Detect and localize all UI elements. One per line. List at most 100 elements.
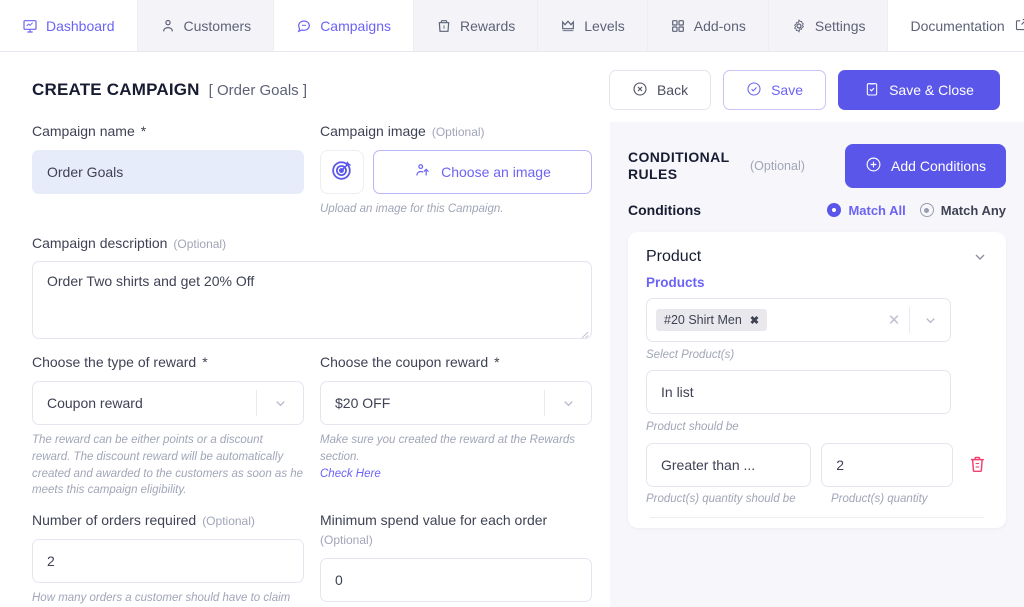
- tab-campaigns[interactable]: Campaigns: [274, 0, 415, 51]
- delete-condition-icon[interactable]: [967, 454, 988, 476]
- page-title-subtitle: [ Order Goals ]: [208, 82, 308, 99]
- coupon-reward-select[interactable]: $20 OFF: [320, 381, 592, 426]
- campaign-name-input[interactable]: Order Goals: [32, 149, 304, 194]
- chevron-down-icon[interactable]: [257, 396, 303, 411]
- check-circle-icon: [746, 81, 762, 100]
- radio-dot-icon: [919, 203, 934, 217]
- form-row-orders: Number of orders required (Optional) 2 H…: [32, 511, 592, 607]
- orders-required-helper: How many orders a customer should have t…: [32, 591, 291, 604]
- optional-marker: (Optional): [202, 514, 255, 529]
- page-title: CREATE CAMPAIGN [ Order Goals ]: [32, 80, 307, 100]
- choose-image-label: Choose an image: [441, 163, 551, 180]
- required-marker: *: [202, 354, 208, 371]
- quantity-note: Product(s) quantity: [831, 493, 928, 505]
- coupon-reward-label: Choose the coupon reward *: [320, 353, 592, 372]
- campaign-image-label: Campaign image (Optional): [320, 122, 592, 141]
- campaign-name-field-group: Campaign name * Order Goals: [32, 122, 304, 218]
- orders-required-label: Number of orders required (Optional): [32, 511, 304, 530]
- campaign-image-helper: Upload an image for this Campaign.: [320, 202, 504, 215]
- tab-add-ons[interactable]: Add-ons: [647, 0, 769, 51]
- tab-label: Rewards: [460, 17, 516, 34]
- product-card-header: Product: [646, 248, 988, 266]
- check-here-link[interactable]: Check Here: [320, 466, 592, 483]
- tab-dashboard[interactable]: Dashboard: [0, 0, 138, 51]
- back-button[interactable]: Back: [608, 70, 712, 110]
- campaigns-icon: [296, 18, 312, 34]
- campaign-description-textarea[interactable]: Order Two shirts and get 20% Off: [32, 261, 592, 340]
- conditional-rules-title: CONDITIONAL RULES: [628, 148, 730, 183]
- external-link-icon: [1014, 17, 1024, 35]
- optional-marker: (Optional): [320, 532, 373, 547]
- radio-dot-icon: [827, 203, 842, 217]
- select-products-note: Select Product(s): [646, 349, 735, 361]
- campaign-description-field-group: Campaign description (Optional) Order Tw…: [32, 234, 592, 340]
- product-should-be-note: Product should be: [646, 421, 739, 433]
- top-navigation-bar: Dashboard Customers Campaigns Rewards Le…: [0, 0, 1024, 52]
- addons-icon: [670, 18, 686, 34]
- orders-required-input[interactable]: 2: [32, 538, 304, 583]
- levels-icon: [560, 18, 576, 34]
- minimum-spend-label: Minimum spend value for each order (Opti…: [320, 511, 592, 549]
- textarea-resize-handle[interactable]: [579, 326, 589, 339]
- chevron-down-icon[interactable]: [972, 249, 988, 265]
- match-all-radio[interactable]: Match All: [827, 203, 906, 218]
- quantity-operator-value: Greater than ...: [661, 457, 756, 473]
- tab-label: Settings: [814, 17, 866, 34]
- chevron-down-icon[interactable]: [545, 396, 591, 411]
- products-subtitle: Products: [646, 275, 705, 290]
- save-and-close-button[interactable]: Save & Close: [838, 70, 1000, 110]
- campaign-description-label: Campaign description (Optional): [32, 234, 592, 253]
- required-marker: *: [494, 354, 500, 371]
- tab-label: Dashboard: [46, 17, 115, 34]
- conditions-label: Conditions: [628, 202, 702, 218]
- card-bottom-divider: [650, 517, 984, 518]
- add-conditions-label: Add Conditions: [891, 158, 986, 174]
- reward-type-select[interactable]: Coupon reward: [32, 381, 304, 426]
- product-tag-label: #20 Shirt Men: [664, 313, 742, 327]
- header-actions: Back Save Save & Close: [608, 70, 1000, 110]
- choose-image-button[interactable]: Choose an image: [373, 149, 592, 194]
- tab-customers[interactable]: Customers: [137, 0, 275, 51]
- page-body: Campaign name * Order Goals Campaign ima…: [0, 122, 1024, 607]
- products-multiselect[interactable]: #20 Shirt Men ✖ ✕: [646, 298, 951, 342]
- coupon-reward-field-group: Choose the coupon reward * $20 OFF Make …: [320, 353, 592, 499]
- tab-label: Customers: [183, 17, 252, 34]
- tab-levels[interactable]: Levels: [538, 0, 648, 51]
- match-any-radio[interactable]: Match Any: [919, 203, 1006, 218]
- reward-type-helper: The reward can be either points or a dis…: [32, 434, 304, 497]
- product-operator-select[interactable]: In list: [646, 370, 969, 414]
- minimum-spend-field-group: Minimum spend value for each order (Opti…: [320, 511, 592, 607]
- remove-tag-icon[interactable]: ✖: [750, 314, 759, 327]
- add-conditions-button[interactable]: Add Conditions: [845, 144, 1006, 188]
- label-text: Campaign image: [320, 123, 426, 139]
- documentation-link[interactable]: Documentation: [888, 0, 1024, 51]
- product-tag[interactable]: #20 Shirt Men ✖: [656, 309, 768, 331]
- quantity-notes-row: Product(s) quantity should be Product(s)…: [646, 493, 988, 505]
- match-mode-radio-group: Match All Match Any: [827, 203, 1006, 218]
- save-button[interactable]: Save: [723, 70, 826, 110]
- tab-rewards[interactable]: Rewards: [414, 0, 539, 51]
- clear-selection-icon[interactable]: ✕: [879, 311, 909, 329]
- tab-settings[interactable]: Settings: [768, 0, 889, 51]
- reward-type-label: Choose the type of reward *: [32, 353, 304, 372]
- coupon-reward-helper-text: Make sure you created the reward at the …: [320, 434, 576, 464]
- campaign-image-thumbnail[interactable]: [320, 149, 364, 194]
- documentation-label: Documentation: [910, 17, 1005, 34]
- reward-type-value: Coupon reward: [47, 395, 143, 412]
- quantity-value-input[interactable]: 2: [821, 443, 954, 487]
- orders-required-field-group: Number of orders required (Optional) 2 H…: [32, 511, 304, 607]
- close-circle-icon: [632, 81, 648, 100]
- product-operator-value: In list: [661, 384, 694, 400]
- chevron-down-icon[interactable]: [910, 313, 950, 328]
- customers-icon: [160, 18, 176, 34]
- minimum-spend-input[interactable]: 0: [320, 557, 592, 602]
- coupon-reward-value: $20 OFF: [335, 395, 391, 412]
- label-text: Campaign description: [32, 234, 168, 251]
- page-header: CREATE CAMPAIGN [ Order Goals ] Back Sav…: [0, 52, 1024, 122]
- label-text: Choose the coupon reward: [320, 354, 489, 371]
- quantity-operator-select[interactable]: Greater than ...: [646, 443, 830, 487]
- label-text: Number of orders required: [32, 512, 197, 529]
- page-title-main: CREATE CAMPAIGN: [32, 80, 200, 99]
- optional-marker: (Optional): [431, 125, 485, 139]
- quantity-condition-row: Greater than ... 2: [646, 443, 988, 487]
